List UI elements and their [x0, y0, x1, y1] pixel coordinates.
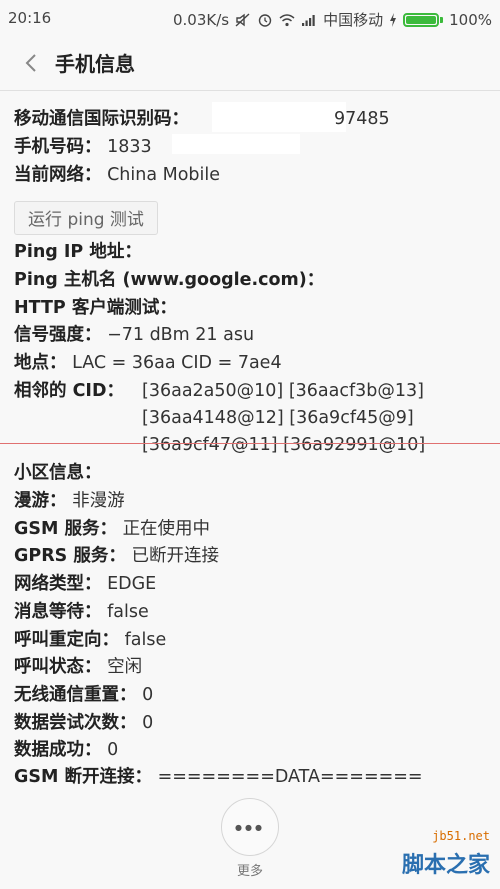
phone-value: 1833 [107, 137, 152, 157]
watermark-url: jb51.net [432, 829, 490, 843]
location-label: 地点： [14, 353, 67, 373]
cell-info-label: 小区信息： [14, 463, 102, 483]
radio-reset-label: 无线通信重置： [14, 685, 137, 705]
gprs-service-value: 已断开连接 [131, 546, 219, 566]
data-attempts-value: 0 [142, 713, 154, 733]
ping-ip-label: Ping IP 地址： [14, 242, 142, 262]
battery-percent: 100% [449, 10, 492, 29]
call-state-value: 空闲 [107, 657, 143, 677]
title-bar: 手机信息 [0, 36, 500, 91]
message-waiting-value: false [107, 602, 149, 622]
ping-ip-row: Ping IP 地址： [14, 239, 142, 265]
message-waiting-row: 消息等待： false [14, 599, 149, 625]
neighbor-cid-line: [36a9cf47@11] [36a92991@10] [142, 435, 426, 455]
location-value: LAC = 36aa CID = 7ae4 [72, 353, 282, 373]
gsm-service-value: 正在使用中 [122, 519, 211, 539]
neighbor-cid-line: [36aa4148@12] [36a9cf45@9] [142, 408, 414, 428]
imei-label: 移动通信国际识别码： [14, 109, 189, 129]
gsm-disconnect-label: GSM 断开连接： [14, 767, 152, 787]
redacted-block [172, 134, 300, 154]
data-attempts-label: 数据尝试次数： [14, 713, 137, 733]
gsm-service-label: GSM 服务： [14, 519, 117, 539]
back-icon[interactable] [20, 52, 42, 74]
more-icon: ●●● [235, 823, 265, 832]
watermark-name: 脚本之家 [401, 853, 490, 878]
network-row: 当前网络： China Mobile [14, 162, 220, 188]
ping-host-row: Ping 主机名 (www.google.com)： [14, 267, 324, 293]
signal-row: 信号强度： −71 dBm 21 asu [14, 322, 254, 348]
http-test-row: HTTP 客户端测试： [14, 295, 177, 321]
cell-info-row: 小区信息： [14, 460, 102, 486]
carrier-name: 中国移动 [323, 11, 384, 29]
call-state-label: 呼叫状态： [14, 657, 102, 677]
gprs-service-label: GPRS 服务： [14, 546, 126, 566]
call-state-row: 呼叫状态： 空闲 [14, 654, 142, 680]
location-row: 地点： LAC = 36aa CID = 7ae4 [14, 350, 282, 376]
roaming-value: 非漫游 [72, 491, 125, 511]
gsm-disconnect-row: GSM 断开连接： ========DATA======= [14, 764, 423, 790]
signal-icon [302, 14, 315, 26]
data-success-label: 数据成功： [14, 740, 102, 760]
more-button[interactable]: ●●● [221, 798, 279, 856]
phone-number-row: 手机号码： 1833 [14, 134, 152, 160]
network-type-row: 网络类型： EDGE [14, 571, 156, 597]
neighbor-cid-row: 相邻的 CID： [14, 378, 124, 404]
http-test-label: HTTP 客户端测试： [14, 298, 177, 318]
radio-reset-row: 无线通信重置： 0 [14, 682, 153, 708]
network-type-label: 网络类型： [14, 574, 102, 594]
status-time: 20:16 [8, 9, 52, 27]
data-success-value: 0 [107, 740, 119, 760]
radio-reset-value: 0 [142, 685, 154, 705]
gprs-service-row: GPRS 服务： 已断开连接 [14, 543, 219, 569]
imei-value: 97485 [334, 109, 390, 129]
data-success-row: 数据成功： 0 [14, 737, 118, 763]
call-redirect-label: 呼叫重定向： [14, 630, 119, 650]
charging-icon [390, 12, 397, 27]
network-speed: 0.03K/s [172, 10, 230, 29]
status-right: 0.03K/s 中国移动 100% [173, 9, 492, 30]
status-bar: 20:16 0.03K/s 中国移动 100% [0, 0, 500, 36]
message-waiting-label: 消息等待： [14, 602, 102, 622]
signal-label: 信号强度： [14, 325, 102, 345]
watermark-logo: jb51.net 脚本之家 [356, 825, 496, 885]
call-redirect-row: 呼叫重定向： false [14, 627, 166, 653]
signal-value: −71 dBm 21 asu [107, 325, 255, 345]
network-value: China Mobile [107, 165, 221, 185]
ping-host-label: Ping 主机名 (www.google.com)： [14, 270, 325, 290]
neighbor-cid-line: [36aa2a50@10] [36aacf3b@13] [142, 381, 424, 401]
wifi-icon [279, 13, 295, 26]
mute-icon [235, 12, 250, 27]
network-type-value: EDGE [107, 574, 157, 594]
phone-label: 手机号码： [14, 137, 102, 157]
neighbor-cid-label: 相邻的 CID： [14, 381, 124, 401]
divider-line [0, 443, 500, 444]
battery-icon [403, 12, 444, 27]
run-ping-button[interactable]: 运行 ping 测试 [14, 201, 158, 235]
imei-row: 移动通信国际识别码： [14, 106, 189, 132]
alarm-icon [258, 13, 272, 27]
data-attempts-row: 数据尝试次数： 0 [14, 710, 153, 736]
gsm-service-row: GSM 服务： 正在使用中 [14, 516, 210, 542]
gsm-disconnect-value: ========DATA======= [157, 767, 423, 787]
page-title: 手机信息 [55, 52, 135, 76]
battery-fill [406, 15, 437, 24]
redacted-block [212, 102, 346, 132]
roaming-label: 漫游： [14, 491, 67, 511]
network-label: 当前网络： [14, 165, 102, 185]
roaming-row: 漫游： 非漫游 [14, 488, 125, 514]
call-redirect-value: false [124, 630, 167, 650]
